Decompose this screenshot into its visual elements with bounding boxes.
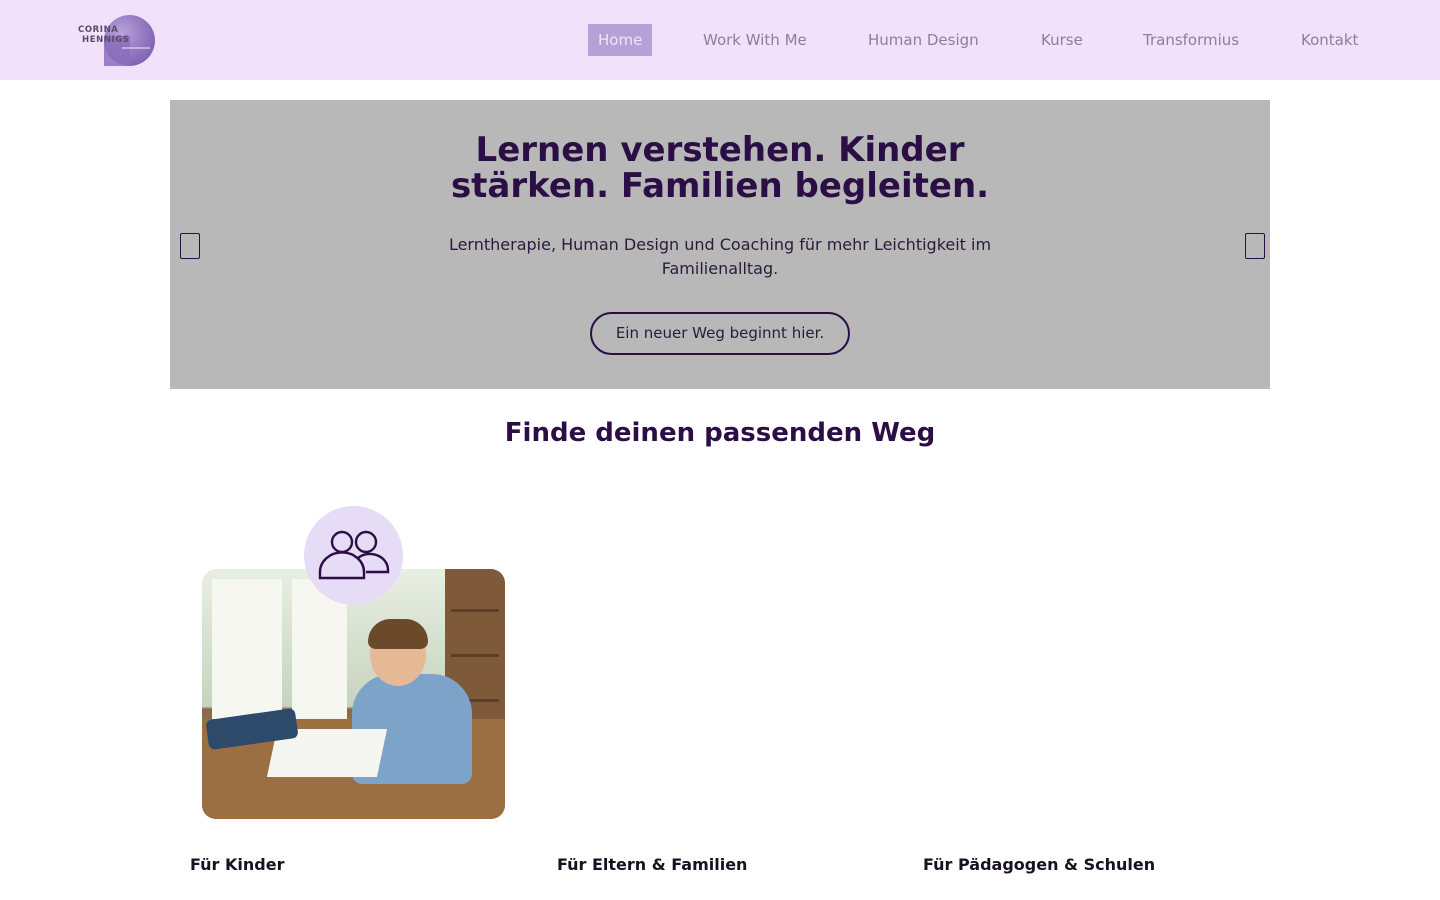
logo-text: CORINA HENNIGS <box>78 25 130 45</box>
card-kinder-image[interactable] <box>202 569 505 819</box>
nav-item-transformius[interactable]: Transformius <box>1143 24 1239 56</box>
site-header: CORINA HENNIGS Home Work With Me Human D… <box>0 0 1440 80</box>
hero-title-line-1: Lernen verstehen. Kinder <box>475 130 965 170</box>
carousel-next-icon[interactable] <box>1245 233 1265 259</box>
child-hair <box>368 619 428 649</box>
nav-item-work-with-me[interactable]: Work With Me <box>703 24 807 56</box>
hero-subtitle-line-2: Familienalltag. <box>661 259 779 278</box>
logo-line-2: HENNIGS <box>82 35 130 45</box>
hero-subtitle: Lerntherapie, Human Design und Coaching … <box>420 233 1020 281</box>
hero-title-line-2: stärken. Familien begleiten. <box>450 166 990 206</box>
nav-item-home[interactable]: Home <box>588 24 653 56</box>
hero-slider: Lernen verstehen. Kinder stärken. Famili… <box>170 100 1270 389</box>
hero-title: Lernen verstehen. Kinder stärken. Famili… <box>170 132 1270 204</box>
users-icon <box>318 530 390 580</box>
hero-subtitle-line-1: Lerntherapie, Human Design und Coaching … <box>448 235 992 254</box>
nav-item-kontakt[interactable]: Kontakt <box>1301 24 1358 56</box>
carousel-prev-icon[interactable] <box>180 233 200 259</box>
hero-cta-button[interactable]: Ein neuer Weg beginnt hier. <box>590 312 850 355</box>
logo-line-1: CORINA <box>78 25 119 35</box>
card-label-eltern-familien[interactable]: Für Eltern & Familien <box>557 855 747 874</box>
window <box>212 579 282 719</box>
users-icon-badge <box>304 506 403 605</box>
nav-item-human-design[interactable]: Human Design <box>868 24 979 56</box>
logo-underline <box>122 47 150 49</box>
card-label-kinder[interactable]: Für Kinder <box>190 855 284 874</box>
nav-item-kurse[interactable]: Kurse <box>1041 24 1083 56</box>
section-title: Finde deinen passenden Weg <box>504 418 936 448</box>
card-label-paedagogen-schulen[interactable]: Für Pädagogen & Schulen <box>923 855 1155 874</box>
logo[interactable]: CORINA HENNIGS <box>78 14 158 68</box>
